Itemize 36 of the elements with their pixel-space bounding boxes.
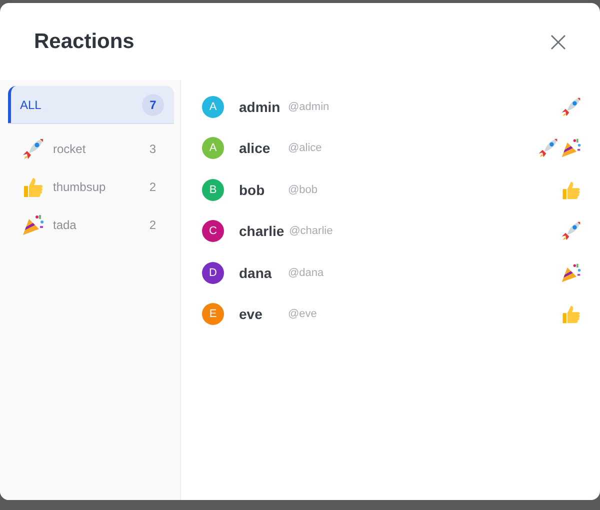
avatar: C [202, 220, 224, 242]
rocket-icon [21, 137, 45, 161]
user-handle: @charlie [289, 225, 334, 238]
avatar: D [202, 262, 224, 284]
party-popper-icon [560, 137, 582, 160]
rocket-icon [560, 96, 582, 118]
thumbs-up-icon [21, 175, 45, 199]
user-handle: @dana [288, 266, 325, 279]
close-button[interactable]: × [542, 28, 574, 56]
user-row[interactable]: E eve @eve [202, 294, 582, 335]
user-row[interactable]: D dana @dana [202, 252, 582, 294]
user-name: admin [239, 98, 282, 115]
user-handle: @bob [288, 184, 319, 196]
user-handle: @alice [288, 142, 323, 154]
user-name: alice [239, 140, 272, 156]
user-row[interactable]: A alice @alice [202, 128, 582, 169]
user-name: bob [239, 182, 266, 198]
party-popper-icon [560, 262, 582, 284]
filter-item[interactable]: ALL 7 [8, 86, 174, 123]
user-name: eve [239, 306, 264, 322]
avatar: A [202, 137, 224, 160]
user-name: dana [239, 264, 273, 281]
user-handle: @admin [288, 100, 330, 113]
rocket-icon [537, 137, 559, 160]
avatar: B [202, 178, 224, 201]
thumbs-up-icon [560, 303, 582, 326]
user-row[interactable]: A admin @admin [202, 86, 582, 128]
dialog-title: Reactions [34, 30, 134, 54]
user-handle: @eve [288, 308, 318, 320]
avatar: E [202, 303, 224, 326]
user-row[interactable]: B bob @bob [202, 169, 582, 210]
rocket-icon [560, 220, 582, 242]
party-popper-icon [21, 213, 45, 237]
user-name: charlie [239, 223, 284, 240]
avatar: A [202, 96, 224, 118]
user-row[interactable]: C charlie @charlie [202, 210, 582, 252]
